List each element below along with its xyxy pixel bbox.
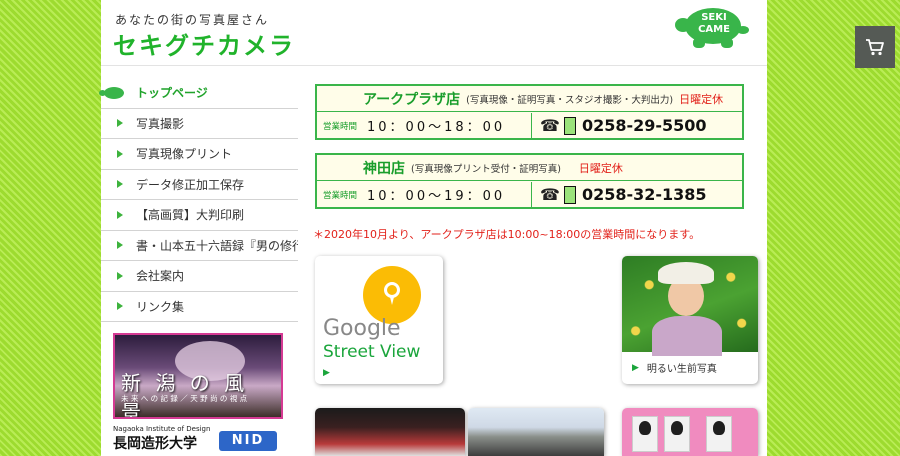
store-header: 神田店 (写真現像プリント受付・証明写真) 日曜定休	[317, 155, 742, 181]
portrait-caption: 明るい生前写真	[646, 364, 717, 375]
sidebar-item-data-edit[interactable]: データ修正加工保存	[101, 170, 298, 200]
hours-label: 営業時間	[323, 190, 358, 201]
store-card-arkplaza: アークプラザ店 (写真現像・証明写真・スタジオ撮影・大判出力) 日曜定休 営業時…	[315, 84, 744, 140]
nid-logo-badge: NID	[219, 431, 277, 451]
nagaoka-institute-banner[interactable]: Nagaoka Institute of Design 長岡造形大学 NID	[113, 425, 283, 456]
portrait-photo	[622, 256, 758, 356]
street-view-card[interactable]: Google Street View ▶	[315, 256, 443, 384]
group-photo-card[interactable]	[468, 408, 604, 456]
sidebar-item-label: 会社案内	[136, 269, 185, 284]
street-view-label: Street View	[323, 342, 421, 362]
sidebar-item-label: 【高画質】大判印刷	[136, 208, 245, 223]
triangle-right-icon	[117, 149, 123, 158]
mascot-logo[interactable]: SEKI CAME	[675, 2, 751, 52]
store-details: 営業時間 10：00〜18：00 ☎ 0258-29-5500	[317, 113, 742, 138]
sidebar-item-large-print[interactable]: 【高画質】大判印刷	[101, 200, 298, 231]
niigata-landscape-banner[interactable]: 新 潟 の 風 景 未 来 へ の 記 録 ／ 天 野 尚 の 視 点	[113, 333, 283, 419]
store-phone[interactable]: 0258-32-1385	[582, 185, 707, 204]
id-photo-background	[622, 408, 758, 456]
card-caption: ▶ 明るい生前写真	[622, 360, 758, 376]
divider	[531, 113, 532, 138]
sidebar-item-company[interactable]: 会社案内	[101, 261, 298, 292]
sidebar-item-label: データ修正加工保存	[136, 177, 245, 192]
cart-button[interactable]	[855, 26, 895, 68]
sidebar-item-label: 写真撮影	[136, 116, 185, 131]
group-photo	[468, 408, 604, 456]
id-photo-sample	[664, 416, 690, 452]
store-details: 営業時間 10：00〜19：00 ☎ 0258-32-1385	[317, 182, 742, 207]
id-photo-sample	[706, 416, 732, 452]
triangle-right-icon	[117, 119, 123, 128]
store-header: アークプラザ店 (写真現像・証明写真・スタジオ撮影・大判出力) 日曜定休	[317, 86, 742, 112]
store-hours: 10：00〜19：00	[367, 189, 506, 204]
sidebar-item-links[interactable]: リンク集	[101, 292, 298, 322]
sidebar-item-photo-shoot[interactable]: 写真撮影	[101, 109, 298, 139]
store-services: (写真現像・証明写真・スタジオ撮影・大判出力)	[466, 94, 674, 106]
store-closed-day: 日曜定休	[679, 92, 724, 106]
map-pin-dot	[384, 282, 400, 305]
store-name: 神田店	[363, 160, 405, 177]
street-view-google-text: Google	[323, 316, 401, 341]
mascot-brand-line1: SEKI	[701, 12, 727, 23]
sidebar-item-label: トップページ	[136, 86, 208, 101]
portrait-hat	[658, 262, 714, 284]
banner-subtitle: 未 来 へ の 記 録 ／ 天 野 尚 の 視 点	[121, 394, 248, 403]
triangle-right-icon: ▶	[632, 362, 639, 373]
triangle-right-icon: ▶	[323, 368, 330, 378]
triangle-right-icon	[117, 271, 123, 280]
studio-photo	[315, 408, 465, 456]
turtle-icon	[99, 86, 124, 99]
sidebar-item-label: リンク集	[136, 299, 185, 314]
sidebar-item-label: 書・山本五十六語録『男の修行』	[136, 238, 298, 253]
store-card-kanda: 神田店 (写真現像プリント受付・証明写真) 日曜定休 営業時間 10：00〜19…	[315, 153, 744, 209]
sidebar-item-photo-print[interactable]: 写真現像プリント	[101, 139, 298, 170]
store-hours: 10：00〜18：00	[367, 120, 506, 135]
phone-icon: ☎	[540, 185, 560, 204]
mascot-tail	[737, 26, 749, 34]
site-logo[interactable]: セキグチカメラ	[113, 26, 295, 61]
site-header: あなたの街の写真屋さん セキグチカメラ SEKI CAME	[101, 0, 767, 66]
sidebar-item-label: 写真現像プリント	[136, 147, 233, 162]
mascot-leg	[721, 38, 733, 48]
triangle-right-icon	[117, 241, 123, 250]
divider	[531, 182, 532, 207]
fax-icon	[563, 185, 576, 204]
phone-icon: ☎	[540, 116, 560, 135]
store-name: アークプラザ店	[363, 91, 461, 108]
triangle-right-icon	[117, 210, 123, 219]
store-services: (写真現像プリント受付・証明写真)	[411, 163, 561, 175]
studio-photo-card[interactable]	[315, 408, 465, 456]
sidebar-item-calligraphy[interactable]: 書・山本五十六語録『男の修行』	[101, 231, 298, 261]
store-phone[interactable]: 0258-29-5500	[582, 116, 707, 135]
portrait-body	[652, 316, 722, 356]
sidebar-nav: トップページ 写真撮影 写真現像プリント データ修正加工保存 【高画質】大判印刷…	[99, 78, 298, 322]
mascot-brand-line2: CAME	[698, 24, 730, 35]
sidebar-item-top[interactable]: トップページ	[99, 78, 298, 109]
portrait-card[interactable]: ▶ 明るい生前写真	[622, 256, 758, 384]
hours-label: 営業時間	[323, 121, 358, 132]
triangle-right-icon	[117, 302, 123, 311]
mascot-leg	[693, 38, 705, 48]
id-photo-card[interactable]	[622, 408, 758, 456]
cart-icon	[866, 39, 884, 56]
store-closed-day: 日曜定休	[578, 161, 623, 175]
hours-change-notice: ＊2020年10月より、アークプラザ店は10:00~18:00の営業時間になりま…	[313, 228, 701, 241]
id-photo-sample	[632, 416, 658, 452]
triangle-right-icon	[117, 180, 123, 189]
mascot-brand-text: SEKI CAME	[694, 12, 734, 36]
fax-icon	[563, 116, 576, 135]
